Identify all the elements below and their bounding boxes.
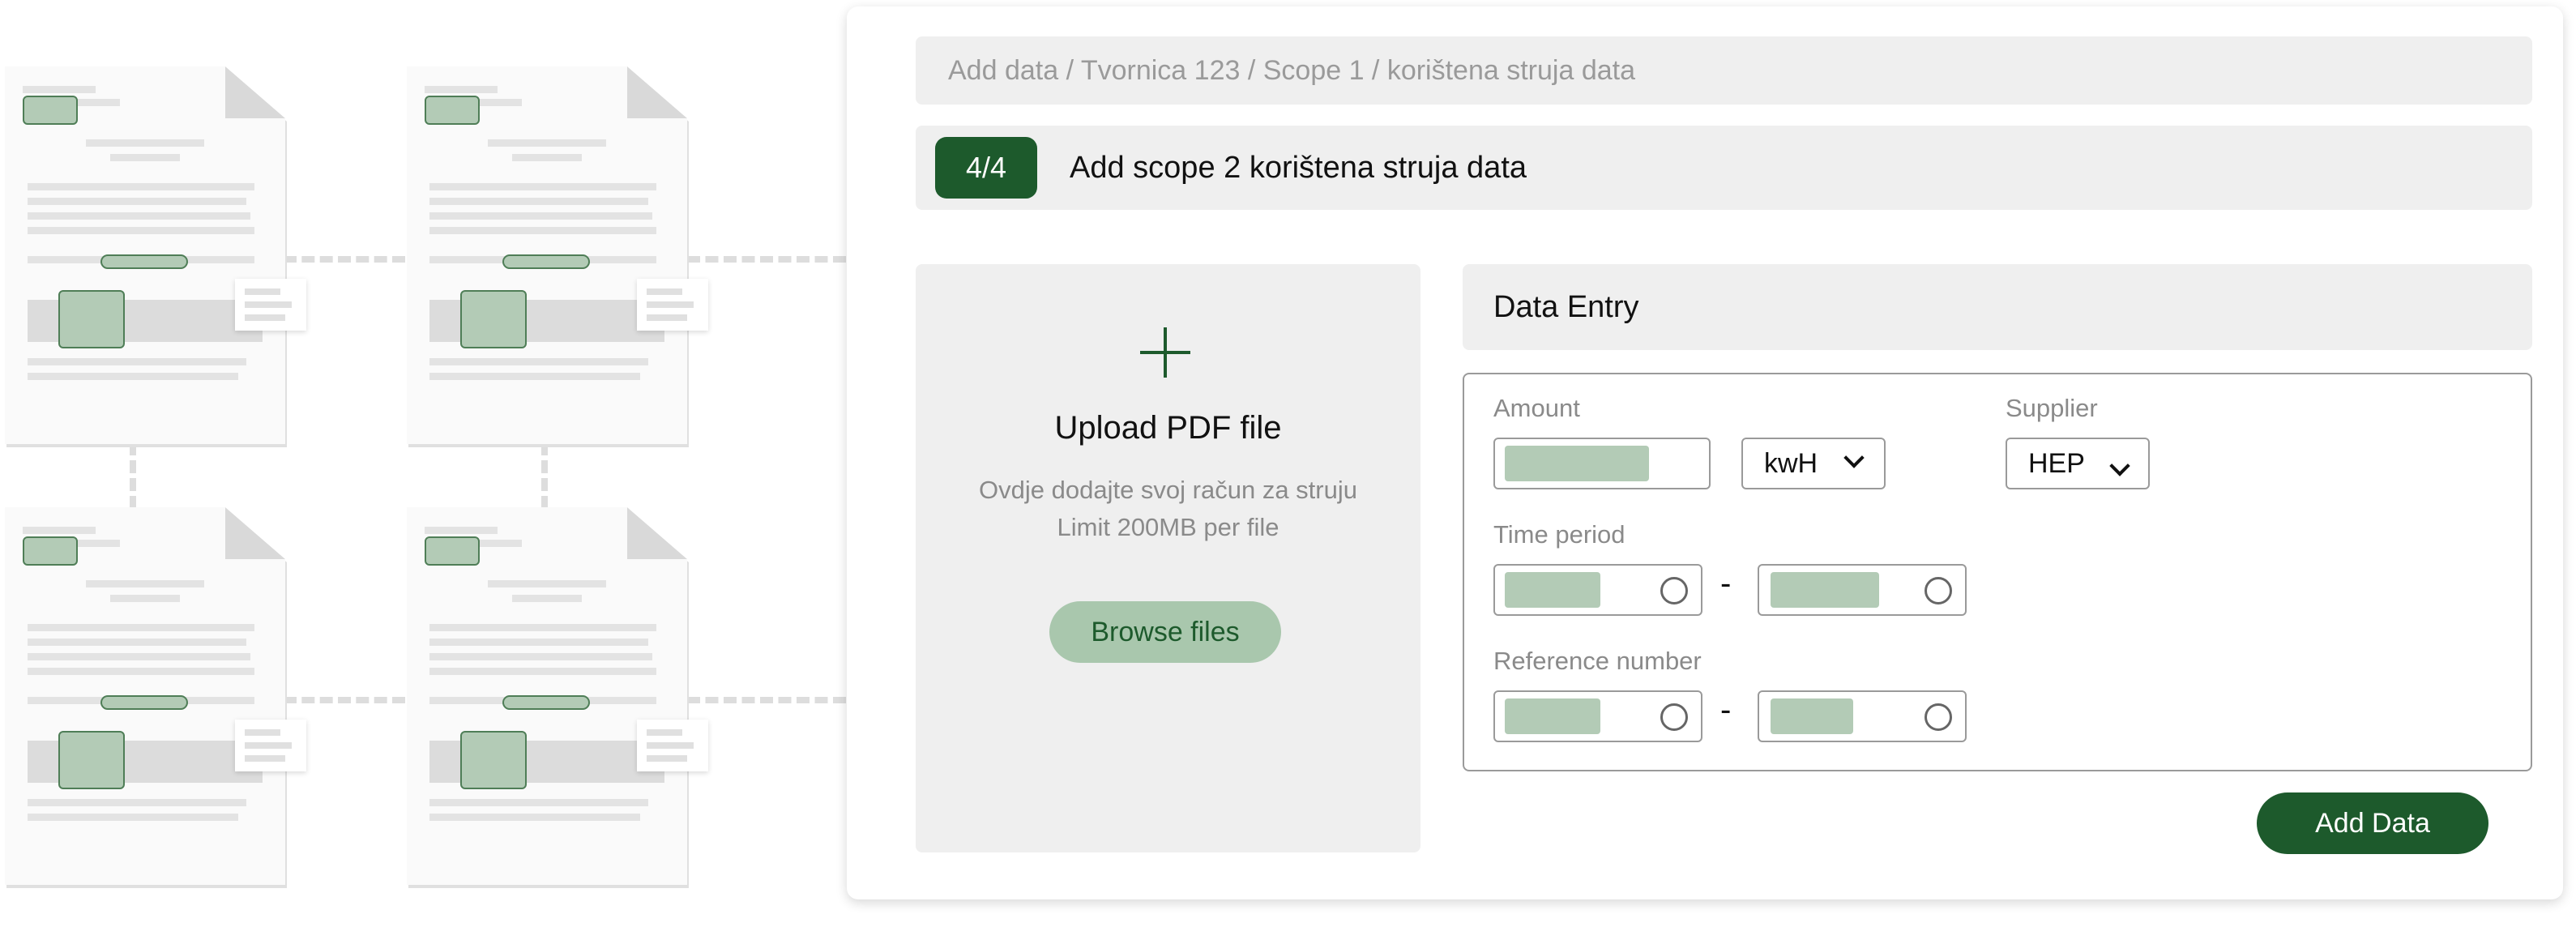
- time-period-end-input[interactable]: [1758, 564, 1967, 616]
- breadcrumb[interactable]: Add data / Tvornica 123 / Scope 1 / kori…: [916, 36, 2532, 105]
- supplier-select[interactable]: HEP: [2006, 438, 2150, 489]
- chevron-down-icon: [2109, 455, 2130, 476]
- time-period-start-input[interactable]: [1493, 564, 1702, 616]
- supplier-value: HEP: [2028, 448, 2085, 479]
- connector-line: [284, 256, 405, 263]
- upload-title: Upload PDF file: [1054, 410, 1282, 446]
- upload-limit: Limit 200MB per file: [1057, 513, 1279, 541]
- document-illustration: [0, 0, 847, 927]
- radio-icon[interactable]: [1660, 577, 1688, 604]
- radio-icon[interactable]: [1660, 703, 1688, 731]
- radio-icon[interactable]: [1925, 577, 1952, 604]
- upload-description: Ovdje dodajte svoj račun za struju Limit…: [916, 472, 1420, 546]
- range-separator: -: [1720, 692, 1732, 728]
- add-data-card: Add data / Tvornica 123 / Scope 1 / kori…: [847, 6, 2563, 899]
- data-entry-header: Data Entry: [1463, 264, 2532, 350]
- amount-label: Amount: [1493, 394, 1580, 422]
- unit-value: kwH: [1764, 448, 1818, 479]
- step-badge: 4/4: [935, 137, 1037, 199]
- add-data-button[interactable]: Add Data: [2257, 792, 2488, 854]
- radio-icon[interactable]: [1925, 703, 1952, 731]
- unit-select[interactable]: kwH: [1741, 438, 1886, 489]
- range-separator: -: [1720, 566, 1732, 601]
- time-period-label: Time period: [1493, 520, 1625, 549]
- upload-dropzone[interactable]: Upload PDF file Ovdje dodajte svoj račun…: [916, 264, 1420, 852]
- reference-number-start-input[interactable]: [1493, 690, 1702, 742]
- data-entry-form: Amount kwH Supplier HEP Time period - Re…: [1463, 373, 2532, 771]
- connector-line: [541, 442, 548, 509]
- step-title: Add scope 2 korištena struja data: [1070, 151, 1527, 185]
- reference-number-label: Reference number: [1493, 647, 1702, 675]
- chevron-down-icon: [1843, 447, 1865, 468]
- connector-line: [284, 697, 405, 703]
- connector-line: [687, 256, 846, 263]
- upload-hint: Ovdje dodajte svoj račun za struju: [979, 476, 1357, 504]
- connector-line: [687, 697, 846, 703]
- step-header: 4/4 Add scope 2 korištena struja data: [916, 126, 2532, 210]
- reference-number-end-input[interactable]: [1758, 690, 1967, 742]
- plus-icon: [1140, 327, 1190, 378]
- browse-files-button[interactable]: Browse files: [1049, 601, 1281, 663]
- supplier-label: Supplier: [2006, 394, 2098, 422]
- amount-input[interactable]: [1493, 438, 1711, 489]
- connector-line: [130, 442, 136, 509]
